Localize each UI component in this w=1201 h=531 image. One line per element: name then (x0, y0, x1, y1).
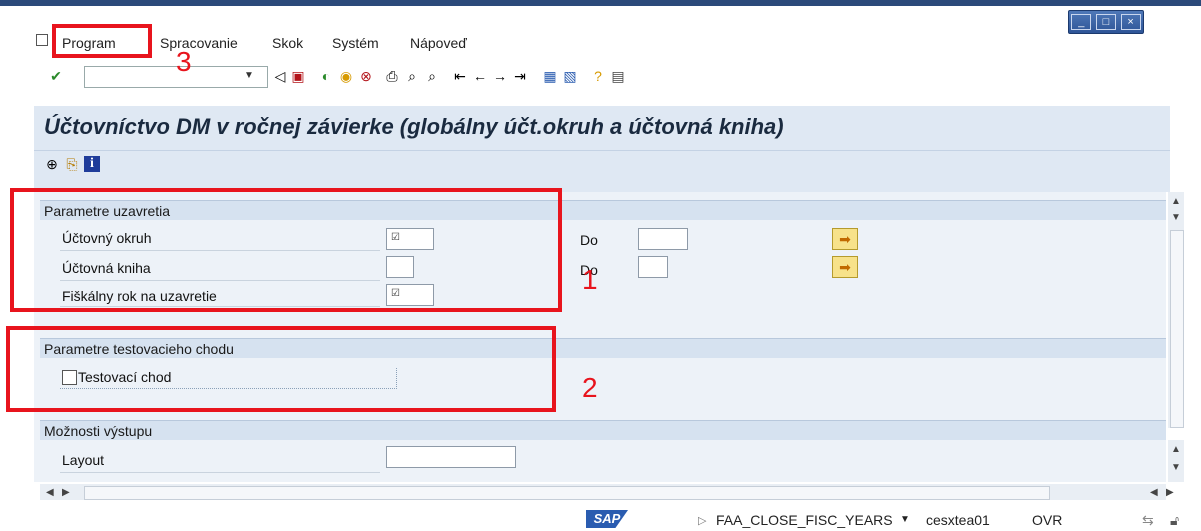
window-border (0, 0, 1201, 6)
menu-spracovanie[interactable]: Spracovanie (160, 35, 238, 51)
row-divider (60, 472, 380, 473)
close-icon[interactable]: × (1120, 14, 1141, 30)
create-session-icon[interactable]: ▦ (542, 68, 558, 84)
scroll-up-icon[interactable]: ▲ (1171, 196, 1181, 207)
last-page-icon[interactable]: ⇥ (512, 68, 528, 84)
annotation-number-3: 3 (176, 46, 192, 77)
get-variant-icon[interactable]: ⎘ (64, 156, 80, 172)
shortcut-icon[interactable]: ▧ (562, 68, 578, 84)
save-icon[interactable]: ▣ (290, 68, 306, 84)
maximize-icon[interactable]: □ (1095, 14, 1116, 30)
status-user: cesxtea01 (926, 512, 990, 528)
back-arrow-icon[interactable]: ◁ (272, 68, 288, 84)
scroll-down-icon[interactable]: ▼ (1171, 212, 1181, 223)
minimize-icon[interactable]: _ (1071, 14, 1092, 30)
chevron-down-icon[interactable]: ▼ (900, 514, 910, 525)
menu-system[interactable]: Systém (332, 35, 379, 51)
horizontal-scroll-thumb[interactable] (84, 486, 1050, 500)
enter-icon[interactable]: ✔ (48, 68, 64, 84)
multiple-selection-arrow-icon[interactable]: ➡ (832, 256, 858, 278)
layout-menu-icon[interactable]: ▤ (610, 68, 626, 84)
ledger-to-field[interactable] (638, 256, 668, 278)
cancel-icon[interactable]: ⊗ (358, 68, 374, 84)
scroll-up-icon[interactable]: ▲ (1171, 444, 1181, 455)
layout-label: Layout (62, 452, 105, 468)
print-icon[interactable]: ⎙ (384, 68, 400, 84)
execute-icon[interactable]: ⊕ (44, 156, 60, 172)
menu-help[interactable]: Nápoveď (410, 35, 467, 51)
find-next-icon[interactable]: ⌕ (424, 68, 440, 84)
exit-icon[interactable]: ◉ (338, 68, 354, 84)
annotation-number-1: 1 (582, 264, 598, 295)
system-menu-icon[interactable] (36, 34, 48, 46)
status-expand-icon[interactable]: ▷ (698, 514, 706, 527)
scroll-down-icon[interactable]: ▼ (1171, 462, 1181, 473)
status-mode[interactable]: OVR (1032, 512, 1062, 528)
scroll-left-icon[interactable]: ◀ (1150, 487, 1158, 498)
prev-page-icon[interactable]: ← (472, 68, 488, 84)
info-icon[interactable]: i (84, 156, 100, 172)
company-code-to-label: Do (580, 232, 598, 248)
lock-icon: 🔓︎ (1170, 512, 1180, 528)
annotation-box-1 (10, 188, 562, 312)
annotation-box-3 (52, 24, 152, 58)
company-code-to-field[interactable] (638, 228, 688, 250)
help-icon[interactable]: ? (590, 68, 606, 84)
title-divider (34, 150, 1170, 151)
scroll-left-icon[interactable]: ◀ (46, 487, 54, 498)
annotation-number-2: 2 (582, 372, 598, 403)
chevron-down-icon[interactable]: ▼ (244, 70, 254, 81)
layout-field[interactable] (386, 446, 516, 468)
connection-icon: ⇆ (1142, 512, 1154, 528)
vertical-scroll-thumb[interactable] (1170, 230, 1184, 428)
multiple-selection-arrow-icon[interactable]: ➡ (832, 228, 858, 250)
group-output-title: Možnosti výstupu (40, 420, 1166, 440)
scroll-right-icon[interactable]: ▶ (62, 487, 70, 498)
menu-skok[interactable]: Skok (272, 35, 303, 51)
annotation-box-2 (6, 326, 556, 412)
status-transaction[interactable]: FAA_CLOSE_FISC_YEARS (716, 512, 893, 528)
back-icon[interactable]: ◐ (318, 68, 334, 84)
first-page-icon[interactable]: ⇤ (452, 68, 468, 84)
page-title: Účtovníctvo DM v ročnej závierke (globál… (44, 114, 784, 139)
window-controls: _ □ × (1068, 10, 1144, 34)
find-icon[interactable]: ⌕ (404, 68, 420, 84)
next-page-icon[interactable]: → (492, 68, 508, 84)
scroll-right-icon[interactable]: ▶ (1166, 487, 1174, 498)
